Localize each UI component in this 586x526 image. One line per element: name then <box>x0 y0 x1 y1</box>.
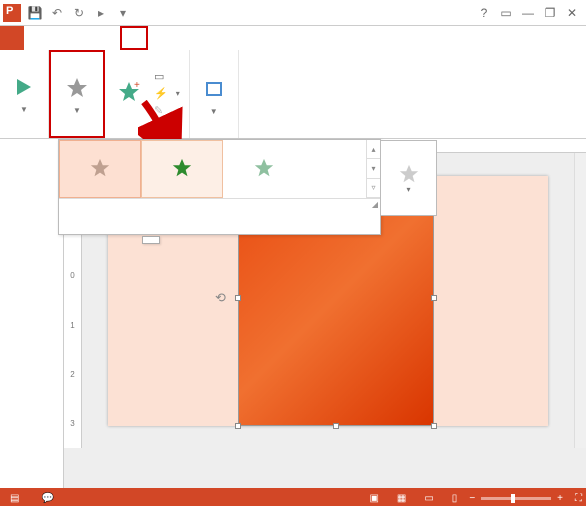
zoom-in-icon[interactable]: + <box>557 493 563 504</box>
tooltip-appear <box>142 236 160 244</box>
vertical-scrollbar[interactable] <box>574 153 586 448</box>
view-normal-icon[interactable]: ▣ <box>363 493 384 504</box>
resize-handle[interactable] <box>333 423 339 429</box>
rotate-handle-icon[interactable]: ⟲ <box>215 290 226 306</box>
tab-slideshow[interactable] <box>148 26 172 50</box>
view-reading-icon[interactable]: ▭ <box>418 493 439 504</box>
chevron-down-icon: ▾ <box>176 89 180 98</box>
scroll-up-icon[interactable]: ▴ <box>367 140 380 159</box>
help-icon[interactable]: ? <box>473 2 495 24</box>
group-advanced-animation: + ▭ ⚡ ▾ ✎ <box>105 50 190 138</box>
redo-icon[interactable]: ↻ <box>70 4 88 22</box>
resize-handle[interactable] <box>235 295 241 301</box>
svg-text:+: + <box>134 80 140 91</box>
watermark <box>0 506 586 526</box>
ruler-tick: 1 <box>70 321 74 330</box>
appear-star-icon <box>171 157 193 179</box>
qat-customize-icon[interactable]: ▾ <box>114 4 132 22</box>
timing-button[interactable]: ▼ <box>196 73 232 118</box>
preview-button[interactable]: ▼ <box>6 71 42 116</box>
close-icon[interactable]: ✕ <box>561 2 583 24</box>
animation-painter-button[interactable]: ✎ <box>151 103 183 118</box>
animation-star-icon <box>63 74 91 102</box>
animation-pane-button[interactable]: ▭ <box>151 69 183 84</box>
gallery-item-none[interactable] <box>59 140 141 198</box>
chevron-down-icon: ▼ <box>20 105 28 114</box>
trigger-button[interactable]: ⚡ ▾ <box>151 86 183 101</box>
ruler-tick: 3 <box>70 419 74 428</box>
chevron-down-icon: ▼ <box>73 106 81 115</box>
dialog-launcher-icon[interactable]: ◢ <box>372 196 378 214</box>
gallery-item-appear[interactable] <box>141 140 223 198</box>
tab-home[interactable] <box>24 26 48 50</box>
group-animation-gallery: ▼ <box>49 50 105 138</box>
scroll-down-icon[interactable]: ▾ <box>367 159 380 178</box>
resize-handle[interactable] <box>235 423 241 429</box>
tab-transitions[interactable] <box>96 26 120 50</box>
effect-options-icon <box>398 163 420 185</box>
tab-design[interactable] <box>72 26 96 50</box>
add-animation-button[interactable]: + <box>111 76 147 110</box>
view-slideshow-icon[interactable]: ▯ <box>446 493 464 504</box>
painter-icon: ✎ <box>154 104 163 117</box>
app-icon <box>3 4 21 22</box>
title-bar: 💾 ↶ ↻ ▸ ▾ ? ▭ — ❐ ✕ <box>0 0 586 26</box>
notes-icon: ▤ <box>10 493 19 504</box>
fade-star-icon <box>253 157 275 179</box>
trigger-icon: ⚡ <box>154 87 168 100</box>
slide-thumbnails-panel[interactable] <box>0 139 64 488</box>
gallery-item-fade[interactable] <box>223 140 305 198</box>
gallery-scroll[interactable]: ▴ ▾ ▿ <box>366 140 380 198</box>
comments-icon: 💬 <box>41 493 53 504</box>
tab-animations[interactable] <box>120 26 148 50</box>
group-preview: ▼ <box>0 50 49 138</box>
minimize-icon[interactable]: — <box>517 2 539 24</box>
tab-insert[interactable] <box>48 26 72 50</box>
fit-to-window-icon[interactable]: ⛶ <box>575 493 582 504</box>
ruler-tick: 0 <box>70 271 74 280</box>
gallery-group-label: ◢ <box>59 198 380 216</box>
animation-gallery-dropdown: ▴ ▾ ▿ ◢ ▾ <box>58 139 381 235</box>
resize-handle[interactable] <box>431 295 437 301</box>
ribbon-content: ▼ ▼ + ▭ <box>0 50 586 139</box>
save-icon[interactable]: 💾 <box>26 4 44 22</box>
zoom-slider[interactable] <box>481 497 551 500</box>
ruler-tick: 2 <box>70 370 74 379</box>
tab-file[interactable] <box>0 26 24 50</box>
animation-pane-icon: ▭ <box>154 70 164 83</box>
preview-icon <box>10 73 38 101</box>
comments-toggle[interactable]: 💬 <box>35 493 63 504</box>
chevron-down-icon: ▼ <box>210 107 218 116</box>
zoom-out-icon[interactable]: − <box>469 493 475 504</box>
chevron-down-icon: ▾ <box>406 185 410 194</box>
notes-toggle[interactable]: ▤ <box>4 493 29 504</box>
view-sorter-icon[interactable]: ▦ <box>391 493 412 504</box>
undo-icon[interactable]: ↶ <box>48 4 66 22</box>
resize-handle[interactable] <box>431 423 437 429</box>
ribbon-tabs <box>0 26 586 50</box>
effect-options-button: ▾ <box>381 140 437 216</box>
timing-icon <box>200 75 228 103</box>
start-from-beginning-icon[interactable]: ▸ <box>92 4 110 22</box>
ribbon-display-icon[interactable]: ▭ <box>495 2 517 24</box>
restore-icon[interactable]: ❐ <box>539 2 561 24</box>
animation-gallery-button[interactable]: ▼ <box>59 72 95 117</box>
add-animation-icon: + <box>115 78 143 106</box>
group-timing: ▼ <box>190 50 239 138</box>
status-bar: ▤ 💬 ▣ ▦ ▭ ▯ − + ⛶ <box>0 488 586 508</box>
none-star-icon <box>89 157 111 179</box>
